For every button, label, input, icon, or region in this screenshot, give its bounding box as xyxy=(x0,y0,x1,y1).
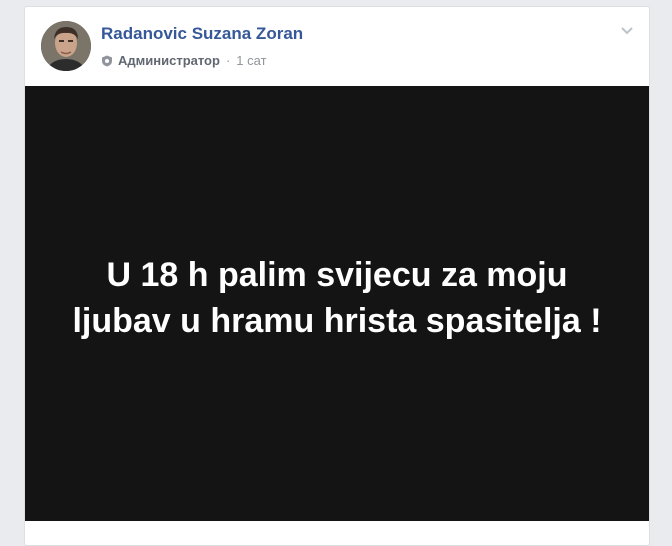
shield-icon xyxy=(101,55,113,67)
role-label: Администратор xyxy=(118,53,220,68)
meta-separator: · xyxy=(225,53,231,68)
post-card: Radanovic Suzana Zoran Администратор · 1… xyxy=(24,6,650,546)
avatar-photo xyxy=(41,21,91,71)
post-image[interactable]: U 18 h palim svijecu za moju ljubav u hr… xyxy=(25,86,649,521)
post-timestamp[interactable]: 1 сат xyxy=(236,53,266,68)
author-name[interactable]: Radanovic Suzana Zoran xyxy=(101,24,303,44)
author-avatar[interactable] xyxy=(41,21,91,71)
post-meta: Администратор · 1 сат xyxy=(101,53,267,68)
post-header: Radanovic Suzana Zoran Администратор · 1… xyxy=(25,7,649,87)
post-image-text: U 18 h palim svijecu za moju ljubav u hr… xyxy=(72,255,602,340)
chevron-down-icon[interactable] xyxy=(619,23,635,39)
